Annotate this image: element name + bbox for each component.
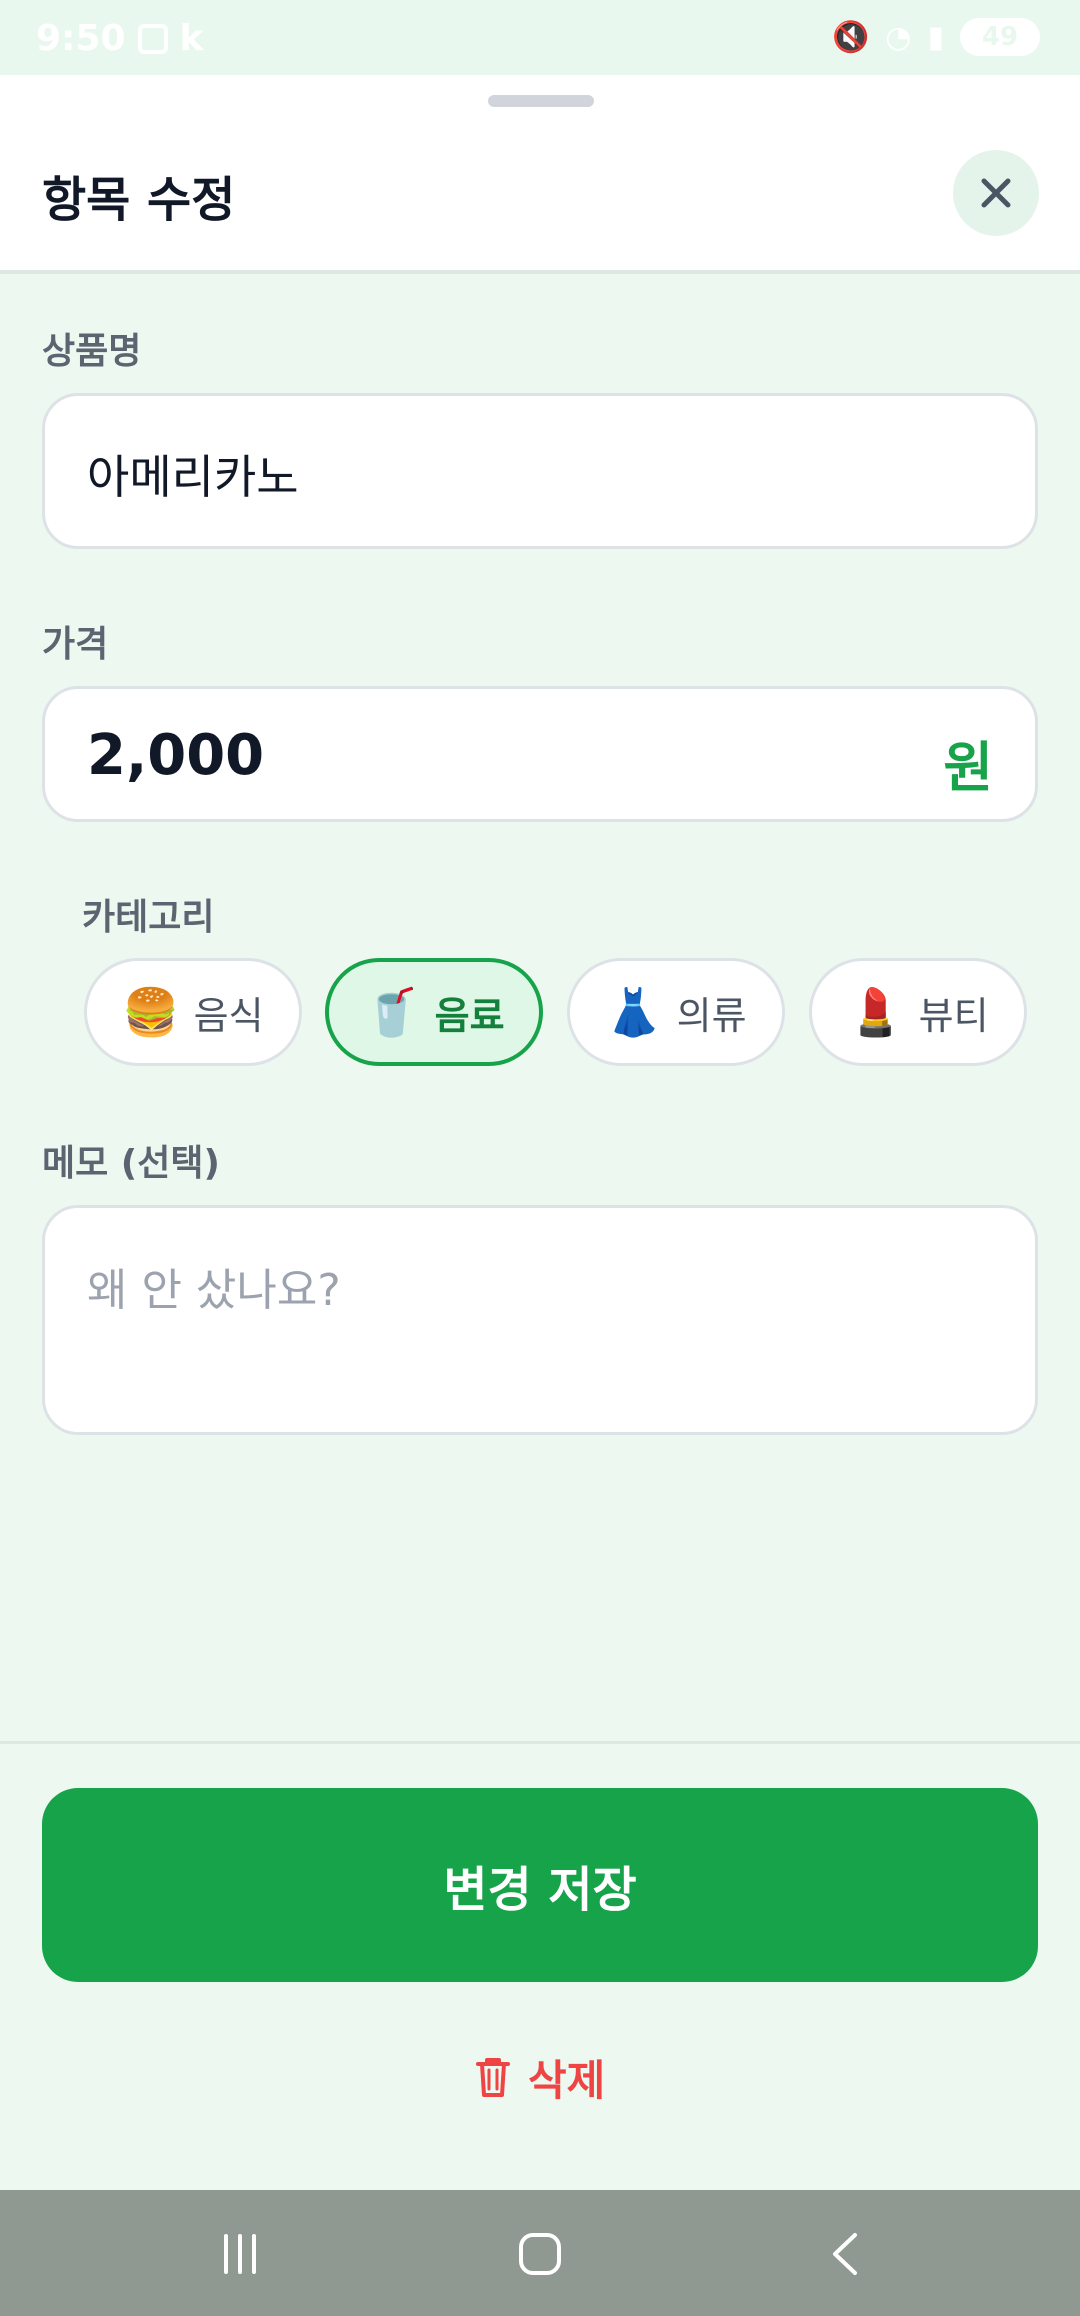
- bottom-sheet-header: 항목 수정: [0, 75, 1080, 274]
- signal-icon: ▮: [927, 19, 944, 55]
- divider: [0, 1741, 1080, 1744]
- status-time: 9:50: [36, 18, 126, 59]
- android-navigation-bar: [0, 2190, 1080, 2316]
- carrier-indicator: k: [179, 18, 204, 59]
- close-icon: [981, 178, 1011, 208]
- category-label: 카테고리: [82, 897, 215, 938]
- category-chip-label: 음료: [434, 993, 505, 1038]
- product-name-input[interactable]: 아메리카노: [42, 393, 1038, 549]
- category-chip-beauty[interactable]: 💄 뷰티: [809, 958, 1027, 1066]
- memo-textarea[interactable]: 왜 안 샀나요?: [42, 1205, 1038, 1435]
- status-left-group: 9:50 k: [36, 18, 204, 59]
- price-value[interactable]: 2,000: [87, 723, 264, 788]
- product-name-value[interactable]: 아메리카노: [87, 441, 299, 507]
- price-label: 가격: [42, 624, 109, 665]
- delete-button[interactable]: 삭제: [474, 2045, 605, 2109]
- save-changes-button[interactable]: 변경 저장: [42, 1788, 1038, 1982]
- category-chip-drink[interactable]: 🥤 음료: [325, 958, 543, 1066]
- category-chip-label: 뷰티: [918, 993, 989, 1038]
- home-icon[interactable]: [505, 2226, 575, 2282]
- page-title: 항목 수정: [42, 172, 236, 228]
- category-chip-label: 의류: [676, 993, 747, 1038]
- battery-indicator: 49: [960, 18, 1040, 56]
- dress-icon: 👗: [605, 985, 663, 1039]
- screenshot-indicator-icon: [137, 23, 168, 54]
- mute-icon: 🔇: [831, 19, 870, 55]
- close-button[interactable]: [953, 150, 1039, 236]
- lipstick-icon: 💄: [847, 985, 905, 1039]
- category-chip-clothing[interactable]: 👗 의류: [567, 958, 785, 1066]
- burger-icon: 🍔: [122, 985, 180, 1039]
- trash-icon: [476, 2058, 510, 2097]
- currency-unit: 원: [943, 736, 993, 799]
- category-chip-label: 음식: [193, 993, 264, 1038]
- category-chip-food[interactable]: 🍔 음식: [84, 958, 302, 1066]
- price-input[interactable]: 2,000 원: [42, 686, 1038, 822]
- drink-cup-icon: 🥤: [363, 985, 421, 1039]
- memo-placeholder: 왜 안 샀나요?: [87, 1265, 341, 1316]
- wifi-icon: ◔: [885, 19, 912, 55]
- status-right-group: 🔇 ◔ ▮ 49: [832, 18, 1040, 56]
- status-bar: 9:50 k 🔇 ◔ ▮ 49: [0, 0, 1080, 75]
- memo-label: 메모 (선택): [42, 1143, 220, 1184]
- delete-label: 삭제: [528, 2055, 606, 2105]
- back-icon[interactable]: [810, 2226, 880, 2282]
- product-name-label: 상품명: [42, 331, 142, 372]
- recent-apps-icon[interactable]: [205, 2226, 275, 2282]
- drag-handle[interactable]: [488, 95, 594, 107]
